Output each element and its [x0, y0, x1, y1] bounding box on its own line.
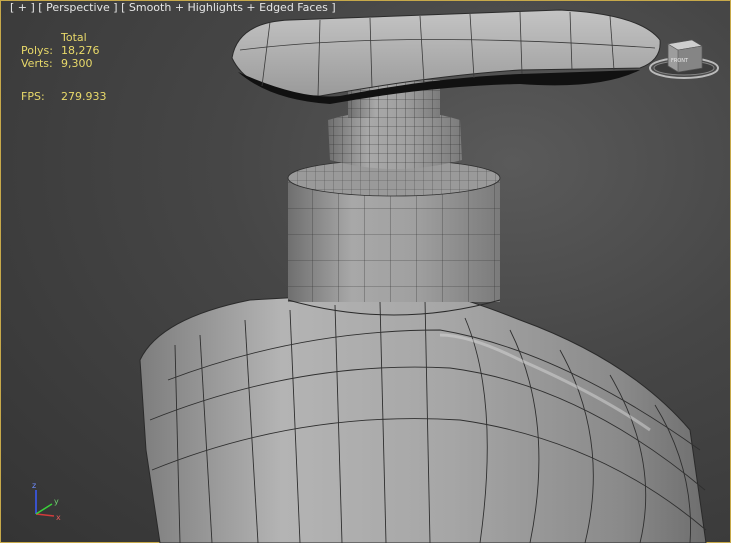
shading-mode-menu-button[interactable]: [ Smooth + Highlights + Edged Faces ] [121, 1, 336, 14]
stats-header: Total [61, 31, 87, 44]
viewport-menu-button[interactable]: [ + ] [10, 1, 35, 14]
axis-x-label: x [56, 513, 61, 522]
perspective-viewport[interactable]: [ + ] [ Perspective ] [ Smooth + Highlig… [0, 0, 731, 543]
axis-tripod-icon: z y x [32, 481, 61, 522]
view-type-menu-button[interactable]: [ Perspective ] [38, 1, 117, 14]
axis-z-label: z [32, 481, 36, 490]
polys-label: Polys: [21, 44, 53, 57]
bottle-body[interactable] [139, 289, 707, 543]
fps-value: 279.933 [61, 90, 107, 103]
viewcube-icon[interactable]: FRONT [648, 36, 720, 84]
viewport-label: [ + ] [ Perspective ] [ Smooth + Highlig… [10, 1, 336, 14]
viewcube-face-label: FRONT [671, 58, 689, 64]
bottle-neck[interactable] [287, 159, 501, 316]
axis-y-label: y [54, 497, 59, 506]
verts-value: 9,300 [61, 57, 93, 70]
fps-label: FPS: [21, 90, 45, 103]
pump-collar[interactable] [328, 110, 462, 169]
verts-label: Verts: [21, 57, 53, 70]
pump-handle[interactable] [231, 9, 661, 104]
polys-value: 18,276 [61, 44, 100, 57]
statistics-overlay: Total Polys: 18,276 Verts: 9,300 FPS: 27… [21, 31, 121, 103]
